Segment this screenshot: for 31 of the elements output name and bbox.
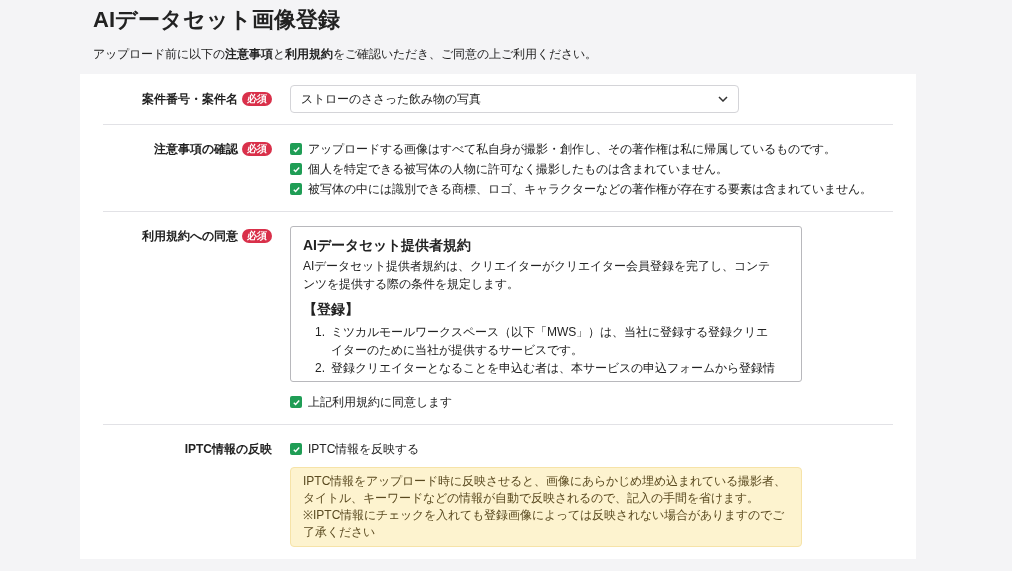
checkbox-label[interactable]: IPTC情報を反映する (308, 439, 420, 459)
required-badge: 必須 (242, 229, 272, 243)
chevron-down-icon (718, 96, 728, 102)
checkbox-label[interactable]: 個人を特定できる被写体の人物に許可なく撮影したものは含まれていません。 (308, 159, 728, 179)
terms-heading: AIデータセット提供者規約 (303, 236, 472, 255)
terms-text: 登録クリエイターとなることを申込む者は、本サービスの申込フォームから登録情 (331, 360, 775, 377)
terms-section-heading: 【登録】 (303, 300, 360, 319)
note-text: ※IPTC情報にチェックを入れても登録画像によっては反映されない場合がありますのでご了承ください (303, 507, 786, 541)
note-text: IPTC情報をアップロード時に反映させると、画像にあらかじめ埋め込まれている撮影者、タイトル、キーワードなどの情報が自動で反映されるので、記入の手間を省けます。 (303, 473, 788, 507)
checkbox-label[interactable]: 被写体の中には識別できる商標、ロゴ、キャラクターなどの著作権が存在する要素は含まれていません。 (308, 179, 872, 199)
checkbox[interactable] (290, 396, 302, 408)
field-label: 注意事項の確認 (154, 141, 238, 158)
checkbox[interactable] (290, 163, 302, 175)
terms-text: ミツカルモールワークスペース（以下「MWS」）は、当社に登録する登録クリエイターのために当社が提供するサービスです。 (331, 324, 770, 359)
field-label: IPTC情報の反映 (184, 441, 272, 458)
select-field[interactable]: ストローのささった飲み物の写真 (290, 85, 739, 113)
required-badge: 必須 (242, 92, 272, 106)
intro-text: アップロード前に以下の注意事項と利用規約をご確認いただき、ご同意の上ご利用ください。 (93, 46, 598, 62)
field-label: 利用規約への同意 (142, 228, 238, 245)
list-number: 1. (315, 324, 326, 341)
checkbox[interactable] (290, 183, 302, 195)
checkbox[interactable] (290, 143, 302, 155)
checkbox-label[interactable]: アップロードする画像はすべて私自身が撮影・創作し、その著作権は私に帰属しているものです。 (308, 139, 836, 159)
page-title: AIデータセット画像登録 (93, 8, 341, 32)
terms-box[interactable]: AIデータセット提供者規約 AIデータセット提供者規約は、クリエイターがクリエイター会員登録を完了し、コンテンツを提供する際の条件を規定します。 【登録】 1. ミツカルモールワークスペース（以下「MWS」）は、当社に登録する登録クリエイターのために当社が提供するサービスです。 2. 登録クリエイターとなることを申込む者は、本サービスの申込フォームから登録情 (290, 226, 802, 382)
list-number: 2. (315, 360, 326, 377)
terms-text: AIデータセット提供者規約は、クリエイターがクリエイター会員登録を完了し、コンテンツを提供する際の条件を規定します。 (303, 258, 772, 293)
checkbox-label[interactable]: 上記利用規約に同意します (308, 392, 452, 412)
checkbox[interactable] (290, 443, 302, 455)
field-label: 案件番号・案件名 (142, 91, 238, 108)
required-badge: 必須 (242, 142, 272, 156)
